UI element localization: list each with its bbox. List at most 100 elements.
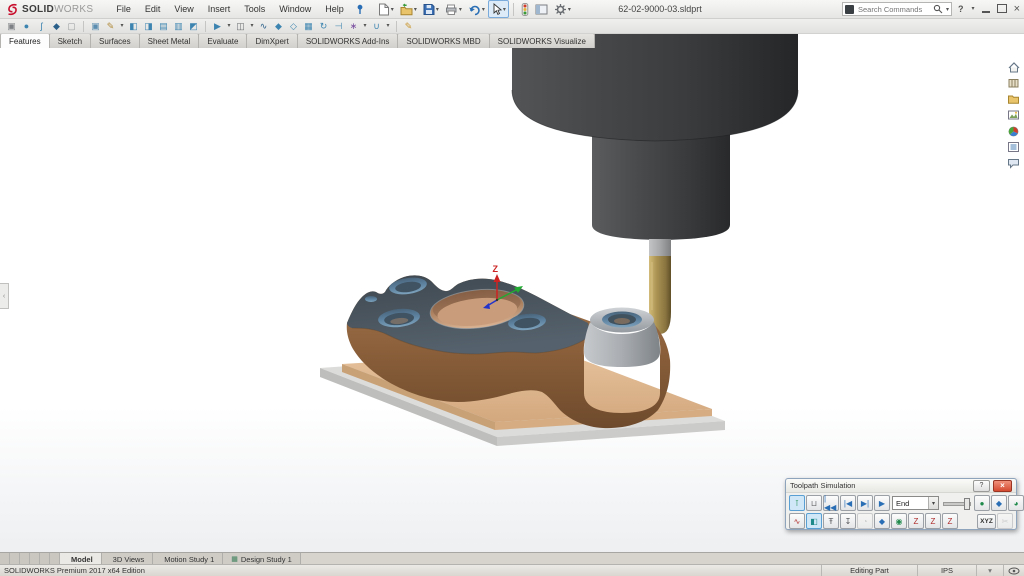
tab-solidworks-visualize[interactable]: SOLIDWORKS Visualize bbox=[489, 33, 595, 48]
pin-menu-icon[interactable] bbox=[355, 4, 365, 15]
cam-roughing-icon[interactable]: ◧ bbox=[127, 20, 140, 32]
cam-setup-icon[interactable]: ▣ bbox=[89, 20, 102, 32]
search-caret-icon[interactable]: ▾ bbox=[946, 6, 949, 13]
search-commands-box[interactable]: ▾ bbox=[842, 2, 952, 16]
compare-parts-button[interactable]: ◕ bbox=[1008, 495, 1024, 511]
menu-tools[interactable]: Tools bbox=[237, 4, 272, 14]
tab-sheet-metal[interactable]: Sheet Metal bbox=[139, 33, 200, 48]
cam-stock-manager-icon[interactable]: ● bbox=[20, 20, 33, 32]
display-pane-button[interactable] bbox=[532, 0, 551, 18]
tool-shaded-button[interactable]: Ŧ bbox=[823, 513, 839, 529]
separator[interactable] bbox=[83, 21, 84, 32]
show-stock-button[interactable]: ◆ bbox=[991, 495, 1007, 511]
separator[interactable] bbox=[205, 21, 206, 32]
gouge-check-holder-button[interactable]: Z bbox=[925, 513, 941, 529]
custom-properties-icon[interactable] bbox=[1006, 140, 1021, 154]
dropdown-caret-icon[interactable]: ▾ bbox=[928, 497, 938, 509]
tab-sketch[interactable]: Sketch bbox=[49, 33, 91, 48]
units-selector[interactable]: IPS bbox=[917, 565, 976, 576]
dropdown-caret[interactable]: ▾ bbox=[226, 20, 232, 32]
select-button[interactable]: ▾ bbox=[488, 0, 509, 18]
tab-dimxpert[interactable]: DimXpert bbox=[246, 33, 297, 48]
toolpath-simulation-dialog[interactable]: Toolpath Simulation ? × ⊺⊔|◀◀|◀▶|▶ End ▾… bbox=[785, 478, 1017, 530]
cam-surface-mill-icon[interactable]: ◩ bbox=[187, 20, 200, 32]
tab-solidworks-mbd[interactable]: SOLIDWORKS MBD bbox=[397, 33, 489, 48]
cam-sync-icon[interactable]: ↻ bbox=[317, 20, 330, 32]
cam-contour-icon[interactable]: ◨ bbox=[142, 20, 155, 32]
dialog-help-button[interactable]: ? bbox=[973, 480, 990, 492]
appearances-scenes-icon[interactable] bbox=[1006, 124, 1021, 138]
tab-evaluate[interactable]: Evaluate bbox=[198, 33, 247, 48]
dropdown-caret[interactable]: ▾ bbox=[119, 20, 125, 32]
tool-display-toggle[interactable]: ⊺ bbox=[789, 495, 805, 511]
cam-drill-icon[interactable]: ▥ bbox=[172, 20, 185, 32]
close-button[interactable]: × bbox=[1014, 4, 1020, 14]
simulation-speed-slider[interactable] bbox=[943, 497, 971, 509]
menu-help[interactable]: Help bbox=[318, 4, 351, 14]
holder-display-toggle[interactable]: ⊔ bbox=[806, 495, 822, 511]
play-button[interactable]: ▶ bbox=[874, 495, 890, 511]
help-button[interactable]: ? bbox=[958, 4, 964, 14]
end-condition-dropdown[interactable]: End ▾ bbox=[892, 496, 939, 510]
forum-icon[interactable] bbox=[1006, 156, 1021, 170]
tab-surfaces[interactable]: Surfaces bbox=[90, 33, 140, 48]
menu-view[interactable]: View bbox=[167, 4, 200, 14]
new-document-button[interactable]: ▾ bbox=[375, 0, 397, 18]
simulation-display-toggle[interactable]: ◧ bbox=[806, 513, 822, 529]
search-input[interactable] bbox=[856, 4, 931, 15]
menu-file[interactable]: File bbox=[109, 4, 138, 14]
undo-button[interactable]: ▾ bbox=[465, 0, 488, 18]
graphics-viewport[interactable]: Z bbox=[0, 30, 1024, 554]
tab-solidworks-add-ins[interactable]: SOLIDWORKS Add-Ins bbox=[297, 33, 399, 48]
section-view-button[interactable]: ◆ bbox=[874, 513, 890, 529]
tab-features[interactable]: Features bbox=[0, 33, 50, 48]
step-back-button[interactable]: |◀ bbox=[840, 495, 856, 511]
collision-check-button[interactable]: ◉ bbox=[891, 513, 907, 529]
display-settings-button[interactable] bbox=[518, 0, 532, 18]
view-palette-icon[interactable] bbox=[1006, 108, 1021, 122]
cam-pocket-icon[interactable]: ▤ bbox=[157, 20, 170, 32]
save-button[interactable]: ▾ bbox=[420, 0, 442, 18]
cam-step-through-icon[interactable]: ◫ bbox=[234, 20, 247, 32]
cam-box-icon[interactable]: ▢ bbox=[65, 20, 78, 32]
tool-wireframe-button[interactable]: ↧ bbox=[840, 513, 856, 529]
print-button[interactable]: ▾ bbox=[442, 0, 465, 18]
file-explorer-icon[interactable] bbox=[1006, 92, 1021, 106]
open-button[interactable]: ▾ bbox=[397, 0, 420, 18]
turbo-mode-button[interactable]: ◔ bbox=[857, 513, 873, 529]
featuremanager-flyout-tab[interactable]: ‹ bbox=[0, 283, 9, 309]
show-target-part-button[interactable]: ● bbox=[974, 495, 990, 511]
menu-insert[interactable]: Insert bbox=[201, 4, 238, 14]
cam-toolpath-icon[interactable]: ∿ bbox=[257, 20, 270, 32]
tags-eye-icon[interactable] bbox=[1003, 565, 1024, 576]
cam-wireframe-icon[interactable]: ◇ bbox=[287, 20, 300, 32]
dropdown-caret[interactable]: ▾ bbox=[249, 20, 255, 32]
cam-generate-toolpath-icon[interactable]: ▶ bbox=[211, 20, 224, 32]
go-to-start-button[interactable]: |◀◀ bbox=[823, 495, 839, 511]
menu-edit[interactable]: Edit bbox=[138, 4, 168, 14]
dropdown-caret[interactable]: ▾ bbox=[385, 20, 391, 32]
cam-probe-icon[interactable]: ✎ bbox=[402, 20, 415, 32]
minimize-button[interactable] bbox=[982, 11, 990, 13]
menu-window[interactable]: Window bbox=[272, 4, 318, 14]
cam-curve-icon[interactable]: ∪ bbox=[370, 20, 383, 32]
help-caret-icon[interactable]: ▾ bbox=[972, 5, 975, 12]
step-forward-button[interactable]: ▶| bbox=[857, 495, 873, 511]
cam-post-process-icon[interactable]: ▦ bbox=[302, 20, 315, 32]
cam-coordinate-icon[interactable]: ʃ bbox=[35, 20, 48, 32]
gouge-check-fixture-button[interactable]: Z bbox=[942, 513, 958, 529]
units-caret-icon[interactable]: ▾ bbox=[976, 565, 1003, 576]
dropdown-caret[interactable]: ▾ bbox=[362, 20, 368, 32]
toolpath-display-button[interactable]: ∿ bbox=[789, 513, 805, 529]
cam-tools-icon[interactable]: ∗ bbox=[347, 20, 360, 32]
solidworks-resources-icon[interactable] bbox=[1006, 60, 1021, 74]
xyz-coordinates-button[interactable]: XYZ bbox=[977, 514, 996, 529]
toolpath-simulation-titlebar[interactable]: Toolpath Simulation ? × bbox=[786, 479, 1016, 493]
cam-extract-features-icon[interactable]: ▣ bbox=[5, 20, 18, 32]
search-icon[interactable] bbox=[933, 4, 943, 14]
cam-fixture-icon[interactable]: ◆ bbox=[50, 20, 63, 32]
restore-button[interactable] bbox=[997, 4, 1007, 13]
cam-simulate-icon[interactable]: ◆ bbox=[272, 20, 285, 32]
cam-align-icon[interactable]: ⊣ bbox=[332, 20, 345, 32]
gouge-check-tool-button[interactable]: Z bbox=[908, 513, 924, 529]
